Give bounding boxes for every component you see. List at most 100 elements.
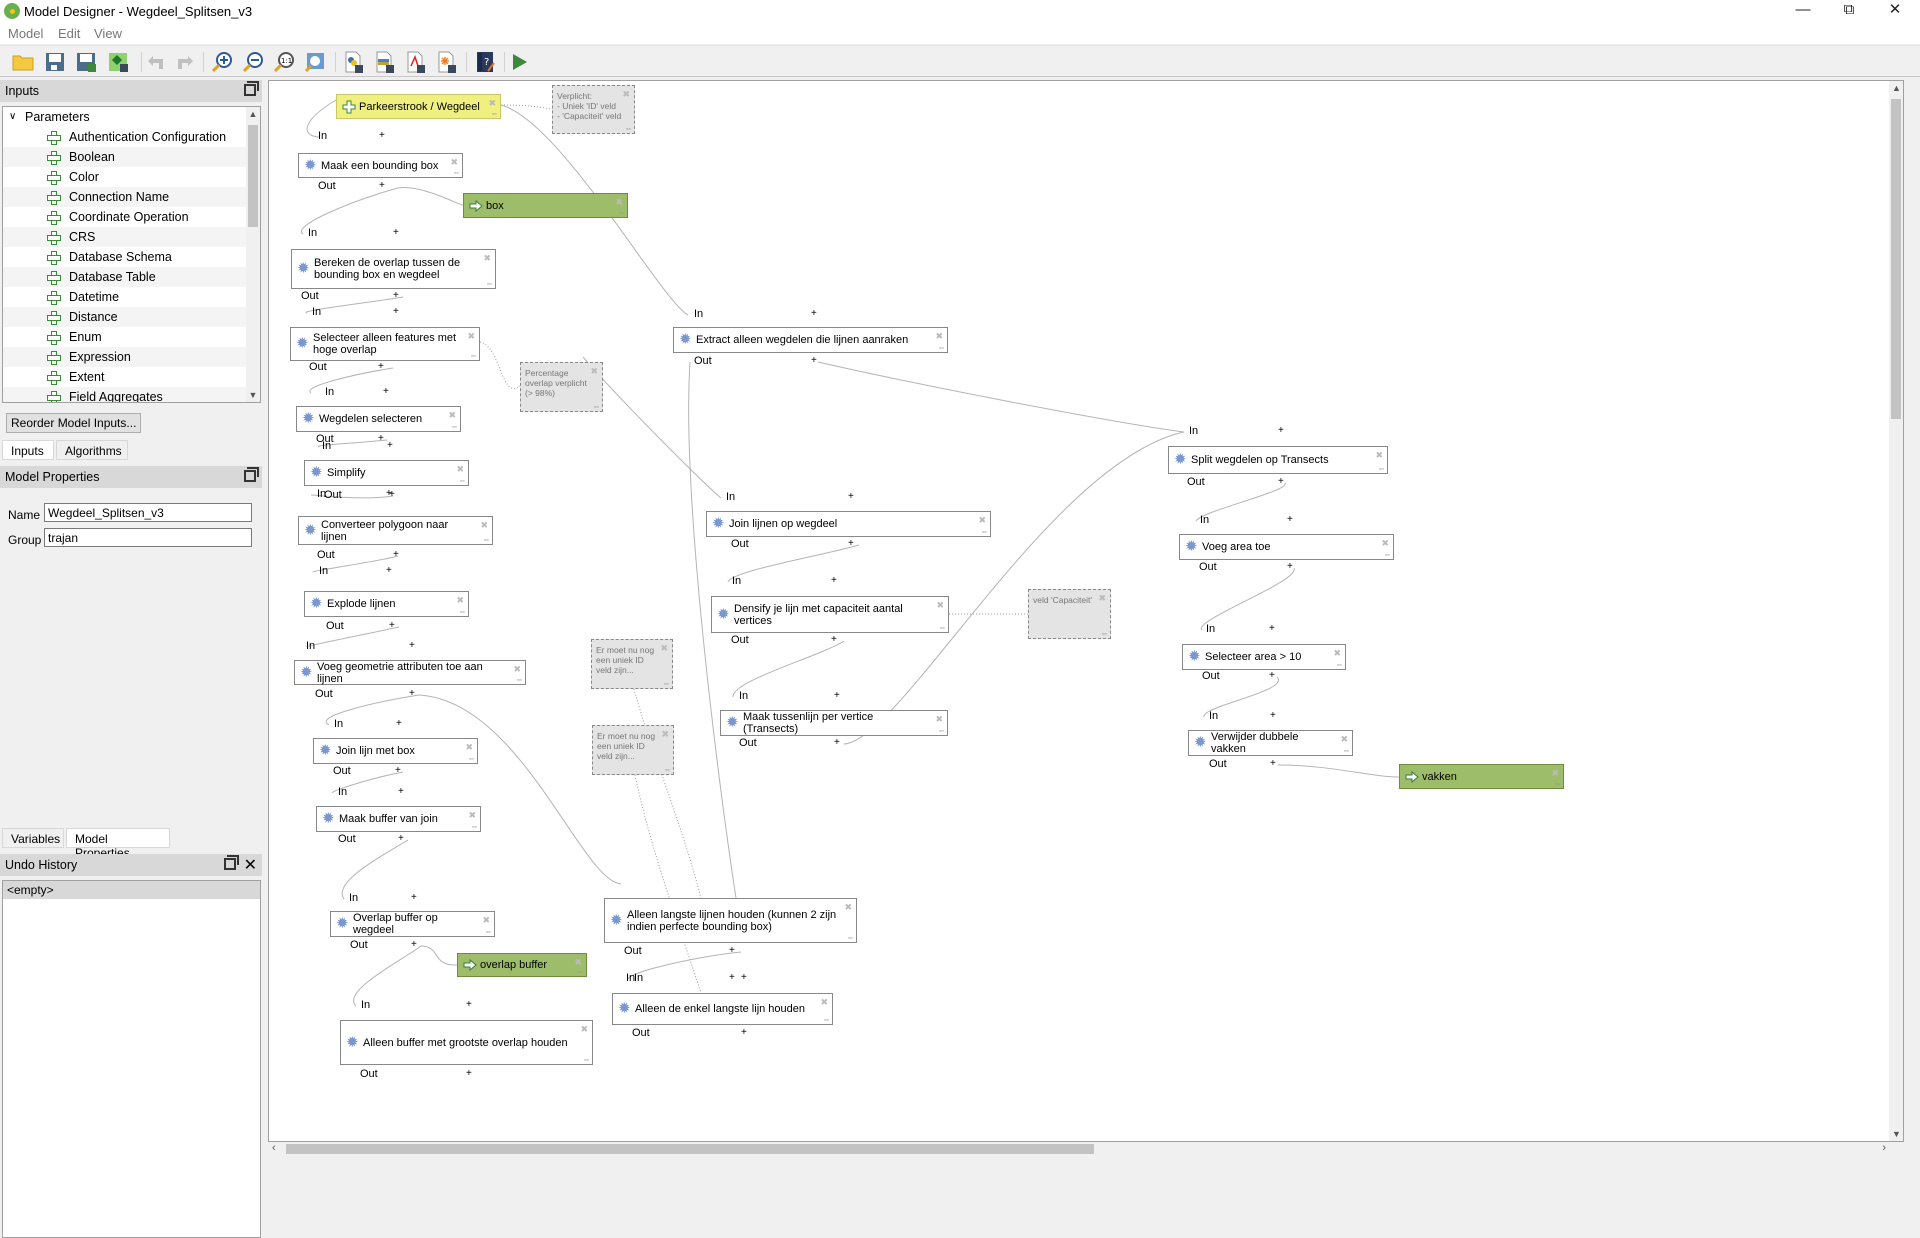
algorithm-node[interactable]: ✹ Converteer polygoon naar lijnen ✖ ◦◦◦ bbox=[298, 516, 493, 545]
output-port-label[interactable]: Out bbox=[731, 634, 749, 646]
delete-node-icon[interactable]: ✖ bbox=[615, 197, 623, 208]
expand-inputs-button[interactable]: + bbox=[396, 718, 402, 729]
edit-node-icon[interactable]: ◦◦◦ bbox=[1337, 662, 1343, 669]
delete-node-icon[interactable]: ✖ bbox=[448, 410, 456, 421]
edit-node-icon[interactable]: ◦◦◦ bbox=[982, 529, 988, 536]
edit-node-icon[interactable]: ◦◦◦ bbox=[824, 1017, 830, 1024]
algorithm-node[interactable]: ✹ Alleen de enkel langste lijn houden ✖ ◦◦◦ bbox=[612, 993, 833, 1025]
expand-inputs-button[interactable]: + bbox=[741, 972, 747, 983]
expand-inputs-button[interactable]: + bbox=[393, 227, 399, 238]
expand-inputs-button[interactable]: + bbox=[831, 575, 837, 586]
algorithm-node[interactable]: ✹ Split wegdelen op Transects ✖ ◦◦◦ bbox=[1168, 446, 1388, 474]
tab-inputs[interactable]: Inputs bbox=[2, 440, 54, 460]
output-port-label[interactable]: Out bbox=[1209, 758, 1227, 770]
parameter-item[interactable]: Extent bbox=[3, 367, 260, 387]
comment-box[interactable]: veld 'Capaciteit' ✖ ◦◦◦ bbox=[1028, 589, 1111, 639]
delete-node-icon[interactable]: ✖ bbox=[488, 98, 496, 109]
algorithm-node[interactable]: ✹ Join lijnen op wegdeel ✖ ◦◦◦ bbox=[706, 511, 991, 537]
edit-node-icon[interactable]: ◦◦◦ bbox=[469, 756, 475, 763]
restore-button[interactable]: ⧉ bbox=[1826, 0, 1872, 22]
delete-node-icon[interactable]: ✖ bbox=[580, 1024, 588, 1035]
input-port-label[interactable]: In bbox=[318, 130, 327, 142]
delete-node-icon[interactable]: ✖ bbox=[935, 331, 943, 342]
zoom-full-icon[interactable] bbox=[304, 51, 326, 73]
input-port-label[interactable]: In bbox=[726, 491, 735, 503]
output-port-label[interactable]: Out bbox=[333, 765, 351, 777]
expand-inputs-button[interactable]: + bbox=[729, 972, 735, 983]
expand-outputs-button[interactable]: + bbox=[411, 939, 417, 950]
expand-outputs-button[interactable]: + bbox=[398, 833, 404, 844]
algorithm-node[interactable]: ✹ Selecteer alleen features met hoge over… bbox=[290, 327, 480, 361]
edit-node-icon[interactable]: ◦◦◦ bbox=[454, 170, 460, 177]
algorithm-node[interactable]: ✹ Densify je lijn met capaciteit aantal v… bbox=[711, 596, 949, 633]
input-port-label[interactable]: In bbox=[338, 786, 347, 798]
canvas-horizontal-scrollbar[interactable]: ‹ › bbox=[268, 1142, 1904, 1156]
input-port-label[interactable]: In bbox=[1206, 623, 1215, 635]
comment-box[interactable]: Verplicht: - Uniek 'ID' veld - 'Capacite… bbox=[552, 85, 635, 134]
output-port-label[interactable]: Out bbox=[318, 180, 336, 192]
menu-model[interactable]: Model bbox=[8, 26, 43, 41]
parameter-item[interactable]: Authentication Configuration bbox=[3, 127, 260, 147]
algorithm-node[interactable]: ✹ Maak tussenlijn per vertice (Transects)… bbox=[720, 710, 948, 736]
expand-inputs-button[interactable]: + bbox=[848, 491, 854, 502]
run-icon[interactable] bbox=[508, 51, 530, 73]
edit-node-icon[interactable]: ◦◦◦ bbox=[665, 767, 671, 774]
algorithm-node[interactable]: ✹ Bereken de overlap tussen de bounding b… bbox=[291, 249, 496, 289]
expand-inputs-button[interactable]: + bbox=[386, 488, 392, 499]
input-port-label[interactable]: In bbox=[1209, 710, 1218, 722]
expand-outputs-button[interactable]: + bbox=[409, 688, 415, 699]
algorithm-node[interactable]: ✹ Join lijn met box ✖ ◦◦◦ bbox=[313, 738, 478, 764]
close-icon[interactable]: ✕ bbox=[244, 855, 257, 875]
output-port-label[interactable]: Out bbox=[324, 489, 342, 501]
scroll-left-icon[interactable]: ‹ bbox=[272, 1142, 276, 1154]
parameter-item[interactable]: Coordinate Operation bbox=[3, 207, 260, 227]
expand-inputs-button[interactable]: + bbox=[811, 308, 817, 319]
edit-node-icon[interactable]: ◦◦◦ bbox=[460, 478, 466, 485]
comment-box[interactable]: Er moet nu nog een uniek ID veld zijn...… bbox=[591, 639, 673, 689]
edit-node-icon[interactable]: ◦◦◦ bbox=[472, 824, 478, 831]
scroll-down-icon[interactable]: ▼ bbox=[1892, 1129, 1901, 1139]
algorithm-node[interactable]: ✹ Voeg geometrie attributen toe aan lijne… bbox=[294, 660, 526, 685]
expand-inputs-button[interactable]: + bbox=[1269, 623, 1275, 634]
reorder-model-inputs-button[interactable]: Reorder Model Inputs... bbox=[6, 413, 142, 433]
parameter-item[interactable]: Color bbox=[3, 167, 260, 187]
expand-outputs-button[interactable]: + bbox=[741, 1027, 747, 1038]
close-button[interactable]: ✕ bbox=[1872, 0, 1918, 22]
input-port-label[interactable]: In bbox=[361, 999, 370, 1011]
parameter-item[interactable]: Expression bbox=[3, 347, 260, 367]
output-port-label[interactable]: Out bbox=[309, 361, 327, 373]
edit-node-icon[interactable]: ◦◦◦ bbox=[471, 353, 477, 360]
expand-outputs-button[interactable]: + bbox=[811, 355, 817, 366]
edit-node-icon[interactable]: ◦◦◦ bbox=[619, 210, 625, 217]
edit-node-icon[interactable]: ◦◦◦ bbox=[939, 728, 945, 735]
expand-inputs-button[interactable]: + bbox=[409, 640, 415, 651]
algorithm-node[interactable]: ✹ Overlap buffer op wegdeel ✖ ◦◦◦ bbox=[330, 911, 495, 937]
edit-node-icon[interactable]: ◦◦◦ bbox=[578, 969, 584, 976]
export-image-icon[interactable] bbox=[373, 51, 395, 73]
edit-node-icon[interactable]: ◦◦◦ bbox=[940, 625, 946, 632]
expand-outputs-button[interactable]: + bbox=[466, 1068, 472, 1079]
delete-node-icon[interactable]: ✖ bbox=[456, 464, 464, 475]
save-in-project-icon[interactable] bbox=[107, 51, 129, 73]
undo-icon[interactable] bbox=[145, 51, 167, 73]
edit-node-icon[interactable]: ◦◦◦ bbox=[584, 1057, 590, 1064]
expand-outputs-button[interactable]: + bbox=[395, 765, 401, 776]
input-port-label[interactable]: In bbox=[732, 575, 741, 587]
delete-node-icon[interactable]: ✖ bbox=[590, 366, 598, 377]
expand-inputs-button[interactable]: + bbox=[411, 892, 417, 903]
delete-node-icon[interactable]: ✖ bbox=[1098, 593, 1106, 604]
delete-node-icon[interactable]: ✖ bbox=[660, 643, 668, 654]
input-port-label[interactable]: In bbox=[694, 308, 703, 320]
edit-node-icon[interactable]: ◦◦◦ bbox=[460, 609, 466, 616]
delete-node-icon[interactable]: ✖ bbox=[456, 595, 464, 606]
input-port-label[interactable]: In bbox=[322, 440, 331, 452]
input-port-label[interactable]: In bbox=[739, 690, 748, 702]
input-port-label[interactable]: In bbox=[319, 565, 328, 577]
tab-variables[interactable]: Variables bbox=[2, 828, 64, 848]
input-port-label[interactable]: In bbox=[634, 972, 643, 984]
open-folder-icon[interactable] bbox=[12, 51, 34, 73]
algorithm-node[interactable]: ✹ Maak een bounding box ✖ ◦◦◦ bbox=[298, 153, 463, 178]
algorithm-node[interactable]: ✹ Explode lijnen ✖ ◦◦◦ bbox=[304, 591, 469, 617]
output-port-label[interactable]: Out bbox=[360, 1068, 378, 1080]
tree-group-parameters[interactable]: ∨ Parameters bbox=[3, 107, 260, 127]
